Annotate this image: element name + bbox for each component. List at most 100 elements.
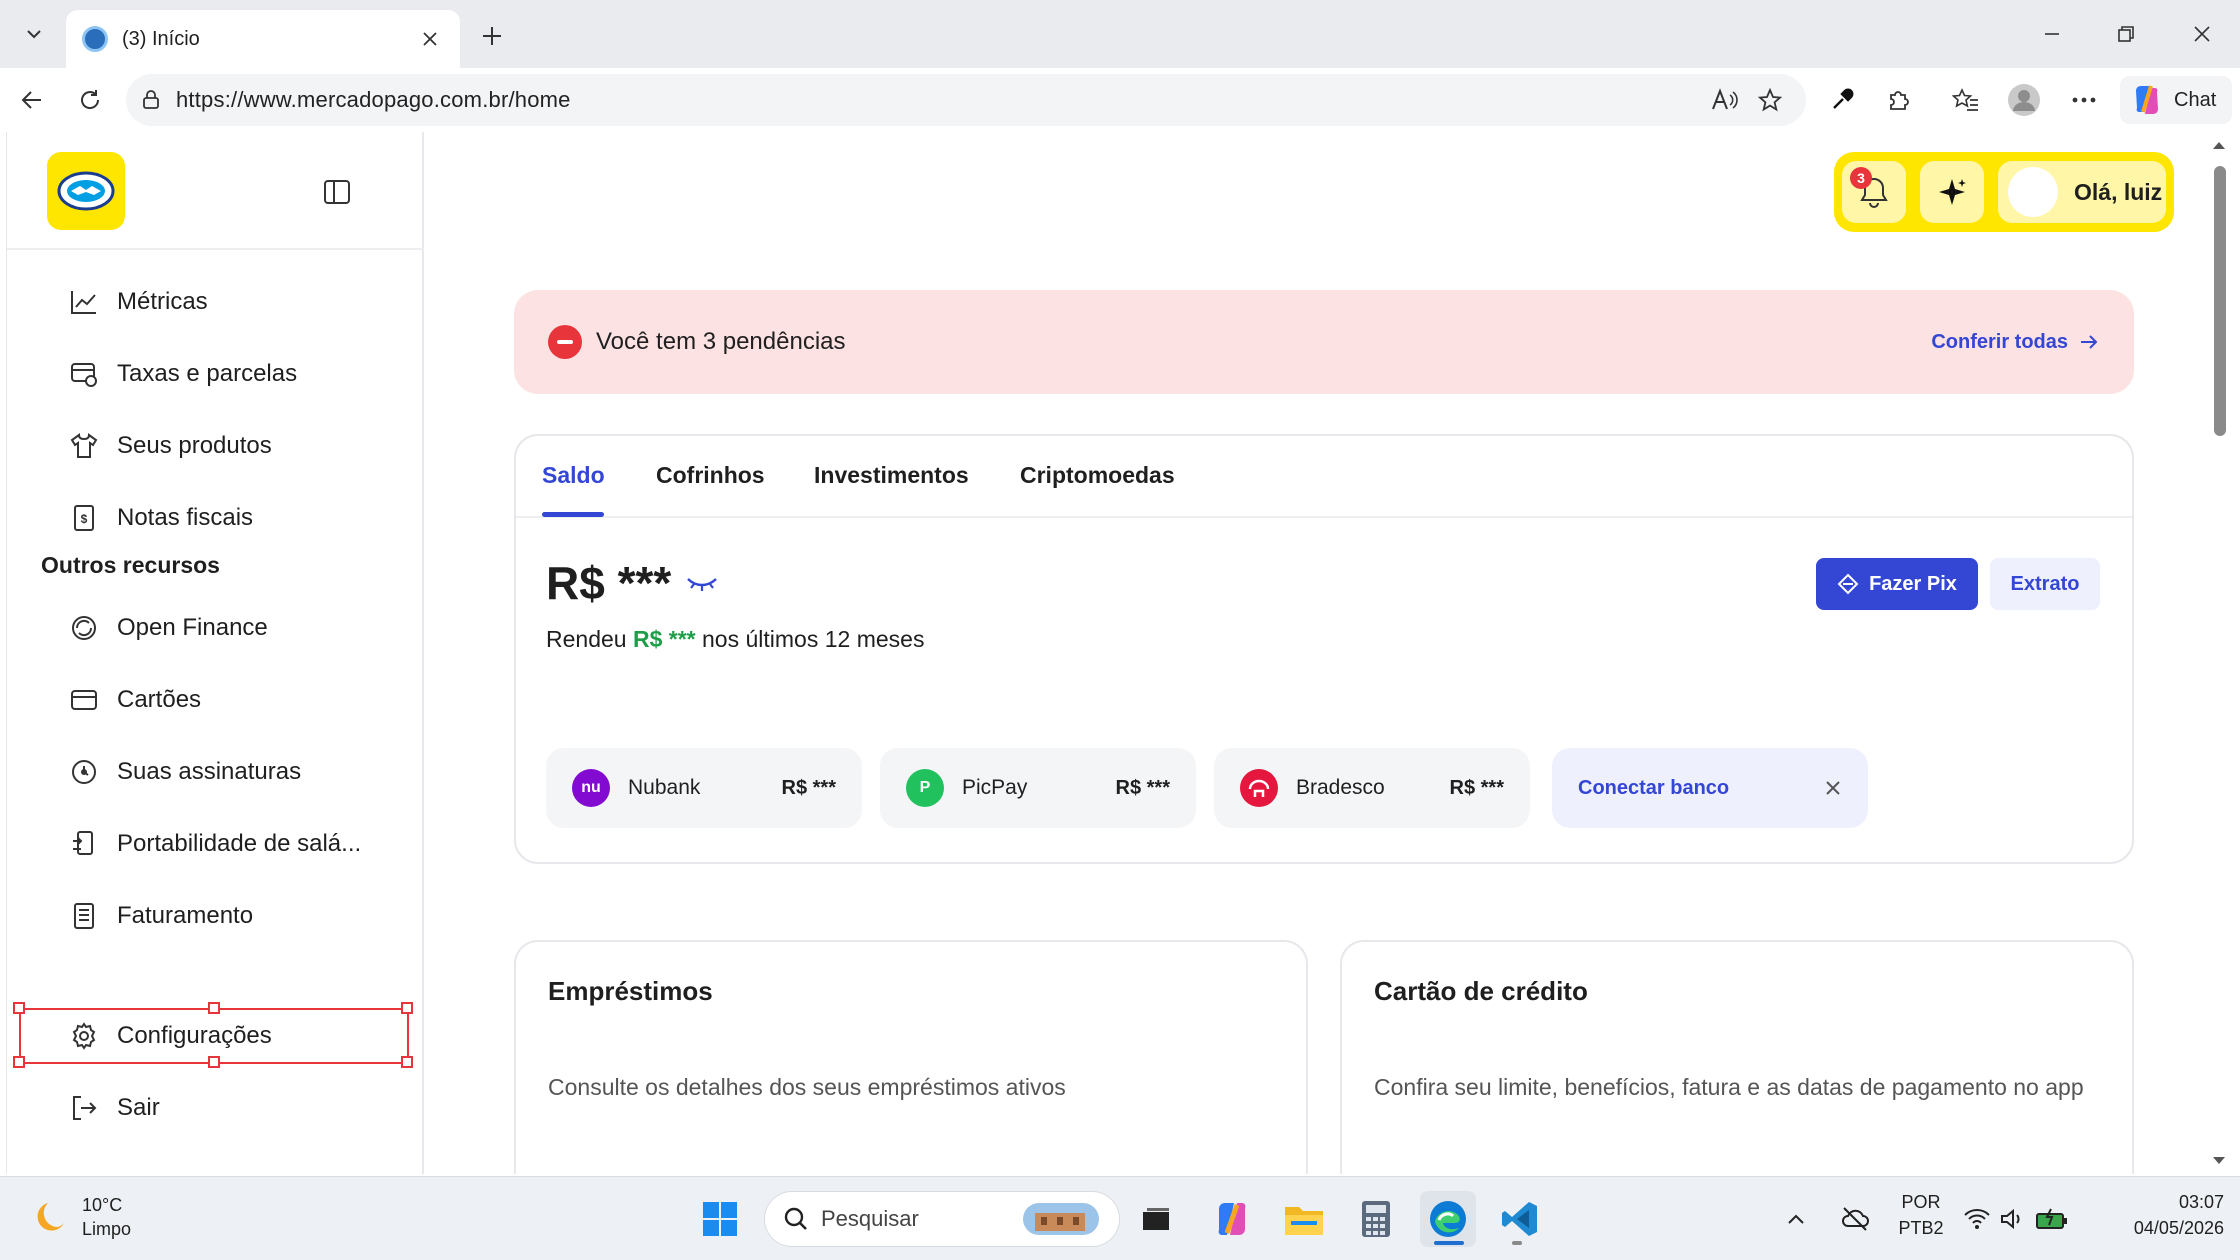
copilot-app-button[interactable] (1204, 1191, 1260, 1247)
copilot-chat-button[interactable]: Chat (2120, 76, 2232, 124)
page-scrollbar[interactable] (2208, 136, 2230, 1172)
sidebar: Métricas Taxas e parcelas Seus produtos … (7, 132, 424, 1174)
battery-charging-icon (2036, 1208, 2067, 1229)
calculator-button[interactable] (1348, 1191, 1404, 1247)
loans-card[interactable]: Empréstimos Consulte os detalhes dos seu… (514, 940, 1308, 1174)
speaker-icon (2001, 1208, 2020, 1230)
favorites-button[interactable] (1944, 78, 1988, 122)
close-window-button[interactable] (2180, 12, 2224, 56)
clock[interactable]: 03:07 04/05/2026 (2094, 1189, 2224, 1241)
more-options-button[interactable] (2062, 78, 2106, 122)
bank-chip-nubank[interactable]: nu Nubank R$ *** (546, 748, 862, 828)
nubank-logo-icon: nu (572, 769, 610, 807)
notifications-button[interactable]: 3 (1842, 161, 1906, 223)
mercadopago-favicon-icon (82, 26, 108, 52)
bank-balance: R$ *** (781, 776, 836, 799)
open-finance-icon (67, 611, 101, 645)
arrow-left-icon (21, 91, 41, 109)
file-explorer-button[interactable] (1276, 1191, 1332, 1247)
scroll-down-icon[interactable] (2212, 1156, 2226, 1166)
sidebar-item-open-finance[interactable]: Open Finance (67, 602, 397, 654)
statement-button[interactable]: Extrato (1990, 558, 2100, 610)
ai-assistant-button[interactable] (1920, 161, 1984, 223)
billing-icon (67, 899, 101, 933)
task-view-button[interactable] (1128, 1191, 1184, 1247)
pending-alert-banner: Você tem 3 pendências Conferir todas (514, 290, 2134, 394)
tab-close-button[interactable] (416, 25, 444, 53)
connect-bank-chip[interactable]: Conectar banco (1552, 748, 1868, 828)
sidebar-item-assinaturas[interactable]: Suas assinaturas (67, 746, 397, 798)
sidebar-item-notas[interactable]: $ Notas fiscais (67, 492, 397, 544)
sidebar-item-label: Portabilidade de salá... (117, 830, 362, 857)
credit-card-title: Cartão de crédito (1374, 976, 1588, 1006)
toggle-visibility-button[interactable] (685, 573, 719, 593)
browser-tab-active[interactable]: (3) Início (66, 10, 460, 68)
credit-card-card[interactable]: Cartão de crédito Confira seu limite, be… (1340, 940, 2134, 1174)
back-button[interactable] (10, 78, 54, 122)
active-app-indicator (1434, 1241, 1464, 1245)
tab-cofrinhos[interactable]: Cofrinhos (656, 462, 765, 489)
sidebar-item-cartoes[interactable]: Cartões (67, 674, 397, 726)
bank-chip-bradesco[interactable]: Bradesco R$ *** (1214, 748, 1530, 828)
sidebar-collapse-button[interactable] (317, 172, 357, 212)
sparkle-icon (1939, 179, 1966, 205)
language-indicator[interactable]: POR PTB2 (1896, 1189, 1946, 1241)
scroll-up-icon[interactable] (2212, 140, 2226, 150)
restore-button[interactable] (2104, 12, 2148, 56)
copilot-icon (2136, 85, 2158, 114)
browser-tab-bar: (3) Início (0, 0, 2240, 68)
mercadopago-logo[interactable] (47, 152, 125, 230)
alert-minus-icon (548, 325, 582, 359)
vscode-button[interactable] (1492, 1191, 1548, 1247)
system-status-button[interactable] (1956, 1191, 2076, 1247)
sidebar-item-portabilidade[interactable]: Portabilidade de salá... (67, 818, 397, 870)
address-bar[interactable]: https://www.mercadopago.com.br/home (126, 74, 1806, 126)
scrollbar-thumb[interactable] (2214, 166, 2226, 436)
selection-handle (401, 1056, 413, 1068)
sidebar-item-metricas[interactable]: Métricas (67, 276, 397, 328)
sidebar-section-heading: Outros recursos (41, 552, 220, 578)
new-tab-button[interactable] (472, 16, 512, 56)
bank-name: Bradesco (1296, 776, 1385, 799)
reload-button[interactable] (68, 78, 112, 122)
chart-line-icon (67, 285, 101, 319)
sync-status-button[interactable] (1830, 1191, 1880, 1247)
tab-actions-button[interactable] (12, 14, 56, 54)
minimize-button[interactable] (2030, 12, 2074, 56)
notification-count-badge: 3 (1850, 167, 1872, 189)
edge-button[interactable] (1420, 1191, 1476, 1247)
running-app-indicator (1512, 1241, 1522, 1245)
taskbar-search[interactable]: Pesquisar (764, 1191, 1120, 1247)
vscode-icon (1502, 1202, 1537, 1236)
show-hidden-icons-button[interactable] (1776, 1191, 1816, 1247)
check-all-link[interactable]: Conferir todas (1931, 331, 2100, 354)
search-highlight-image-icon (1023, 1203, 1099, 1235)
tab-saldo[interactable]: Saldo (542, 462, 605, 489)
pix-button[interactable]: Fazer Pix (1816, 558, 1978, 610)
sidebar-item-taxas[interactable]: Taxas e parcelas (67, 348, 397, 400)
url-text[interactable]: https://www.mercadopago.com.br/home (176, 87, 1698, 113)
card-icon (67, 683, 101, 717)
close-icon (423, 32, 437, 46)
read-aloud-button[interactable] (1704, 80, 1744, 120)
extensions-button[interactable] (1876, 78, 1920, 122)
wifi-icon (1964, 1209, 1990, 1229)
start-button[interactable] (692, 1191, 748, 1247)
folder-icon (1285, 1207, 1323, 1235)
user-menu-button[interactable]: Olá, luiz (1998, 161, 2166, 223)
weather-widget[interactable]: 10°C Limpo (30, 1193, 131, 1241)
pix-icon (1837, 573, 1859, 595)
tab-investimentos[interactable]: Investimentos (814, 462, 969, 489)
subscriptions-icon (67, 755, 101, 789)
favorite-button[interactable] (1750, 80, 1790, 120)
close-icon[interactable] (1824, 779, 1842, 797)
avatar (2008, 167, 2058, 217)
chevron-up-icon (1788, 1214, 1804, 1224)
sidebar-item-sair[interactable]: Sair (67, 1082, 397, 1134)
tab-criptomoedas[interactable]: Criptomoedas (1020, 462, 1175, 489)
sidebar-item-faturamento[interactable]: Faturamento (67, 890, 397, 942)
profile-button[interactable] (2002, 78, 2046, 122)
eyedropper-extension-button[interactable] (1820, 78, 1864, 122)
bank-chip-picpay[interactable]: P PicPay R$ *** (880, 748, 1196, 828)
sidebar-item-produtos[interactable]: Seus produtos (67, 420, 397, 472)
